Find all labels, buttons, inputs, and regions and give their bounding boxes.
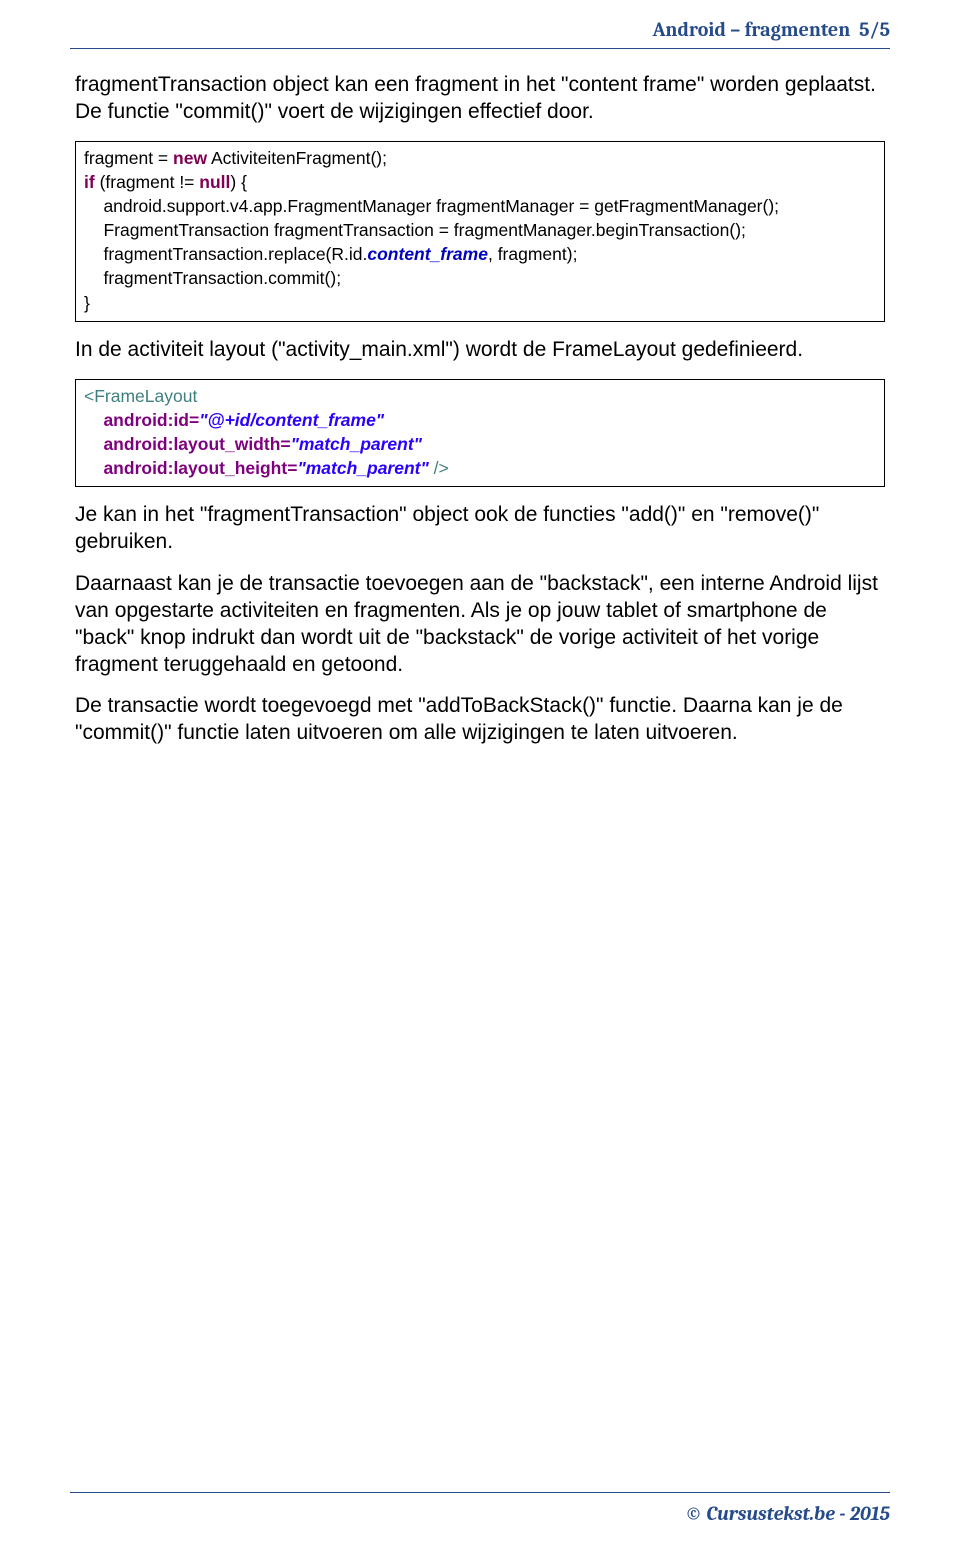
- code-text: (fragment !=: [95, 172, 200, 192]
- xml-tag: FrameLayout: [94, 386, 197, 406]
- footer-rule: [70, 1492, 890, 1493]
- xml-value: "match_parent": [291, 434, 422, 454]
- page-header: Android – fragmenten 5/5: [652, 18, 890, 41]
- keyword-new: new: [173, 148, 207, 168]
- code-text: ActiviteitenFragment();: [207, 148, 387, 168]
- code-block-java: fragment = new ActiviteitenFragment(); i…: [75, 141, 885, 322]
- code-text: }: [84, 293, 90, 313]
- keyword-null: null: [199, 172, 230, 192]
- code-text: android.support.v4.app.FragmentManager f…: [84, 196, 779, 216]
- header-rule: [70, 48, 890, 49]
- xml-value: "@+id/content_frame": [199, 410, 384, 430]
- code-text: FragmentTransaction fragmentTransaction …: [84, 220, 746, 240]
- content: fragmentTransaction object kan een fragm…: [75, 72, 885, 762]
- xml-bracket: />: [434, 458, 449, 478]
- header-title: Android – fragmenten: [652, 18, 850, 41]
- xml-bracket: <: [84, 386, 94, 406]
- paragraph-4: Daarnaast kan je de transactie toevoegen…: [75, 571, 885, 679]
- paragraph-5: De transactie wordt toegevoegd met "addT…: [75, 693, 885, 747]
- page-number: 5/5: [859, 18, 890, 41]
- field-ref: content_frame: [367, 244, 488, 264]
- code-text: ) {: [230, 172, 247, 192]
- code-text: fragmentTransaction.replace(R.id.: [84, 244, 367, 264]
- xml-attr: android:layout_width=: [103, 434, 290, 454]
- paragraph-3: Je kan in het "fragmentTransaction" obje…: [75, 502, 885, 556]
- paragraph-2: In de activiteit layout ("activity_main.…: [75, 337, 885, 364]
- code-block-xml: <FrameLayout android:id="@+id/content_fr…: [75, 379, 885, 488]
- xml-value: "match_parent": [297, 458, 433, 478]
- paragraph-1: fragmentTransaction object kan een fragm…: [75, 72, 885, 126]
- xml-attr: android:layout_height=: [103, 458, 297, 478]
- code-text: fragment =: [84, 148, 173, 168]
- xml-attr: android:id=: [103, 410, 199, 430]
- keyword-if: if: [84, 172, 95, 192]
- footer-text: © Cursustekst.be - 2015: [685, 1502, 890, 1525]
- code-text: , fragment);: [488, 244, 577, 264]
- code-text: fragmentTransaction.commit();: [84, 268, 341, 288]
